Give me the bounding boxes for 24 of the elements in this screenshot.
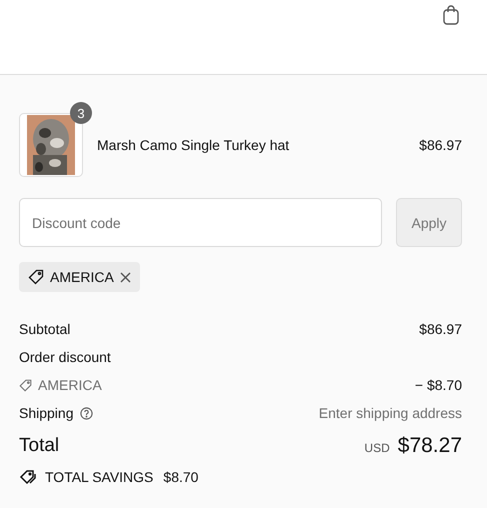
total-label: Total <box>19 435 60 457</box>
remove-icon[interactable] <box>120 272 131 282</box>
summary-label: Order discount <box>19 349 111 365</box>
tags-icon <box>19 469 37 485</box>
savings-label: TOTAL SAVINGS <box>45 469 154 485</box>
quantity-badge: 3 <box>70 102 92 124</box>
summary-label: Subtotal <box>19 321 70 337</box>
tag-icon <box>19 378 32 392</box>
savings-amount: $8.70 <box>163 469 198 485</box>
discount-code-field[interactable]: Discount code <box>19 198 382 247</box>
summary-value: $86.97 <box>419 321 462 337</box>
shipping-value: Enter shipping address <box>318 405 462 421</box>
product-price: $86.97 <box>419 137 462 153</box>
shopping-bag-icon[interactable] <box>441 4 461 26</box>
product-name: Marsh Camo Single Turkey hat <box>97 137 290 153</box>
summary-label: Shipping <box>19 405 74 421</box>
discount-amount: − $8.70 <box>414 377 462 393</box>
currency-label: USD <box>364 441 390 455</box>
help-icon[interactable] <box>80 406 92 420</box>
discount-code-label: AMERICA <box>38 377 102 393</box>
discount-tag: AMERICA <box>19 262 140 292</box>
apply-button[interactable]: Apply <box>396 198 462 247</box>
tag-icon <box>28 269 44 285</box>
total-amount: $78.27 <box>398 434 462 458</box>
